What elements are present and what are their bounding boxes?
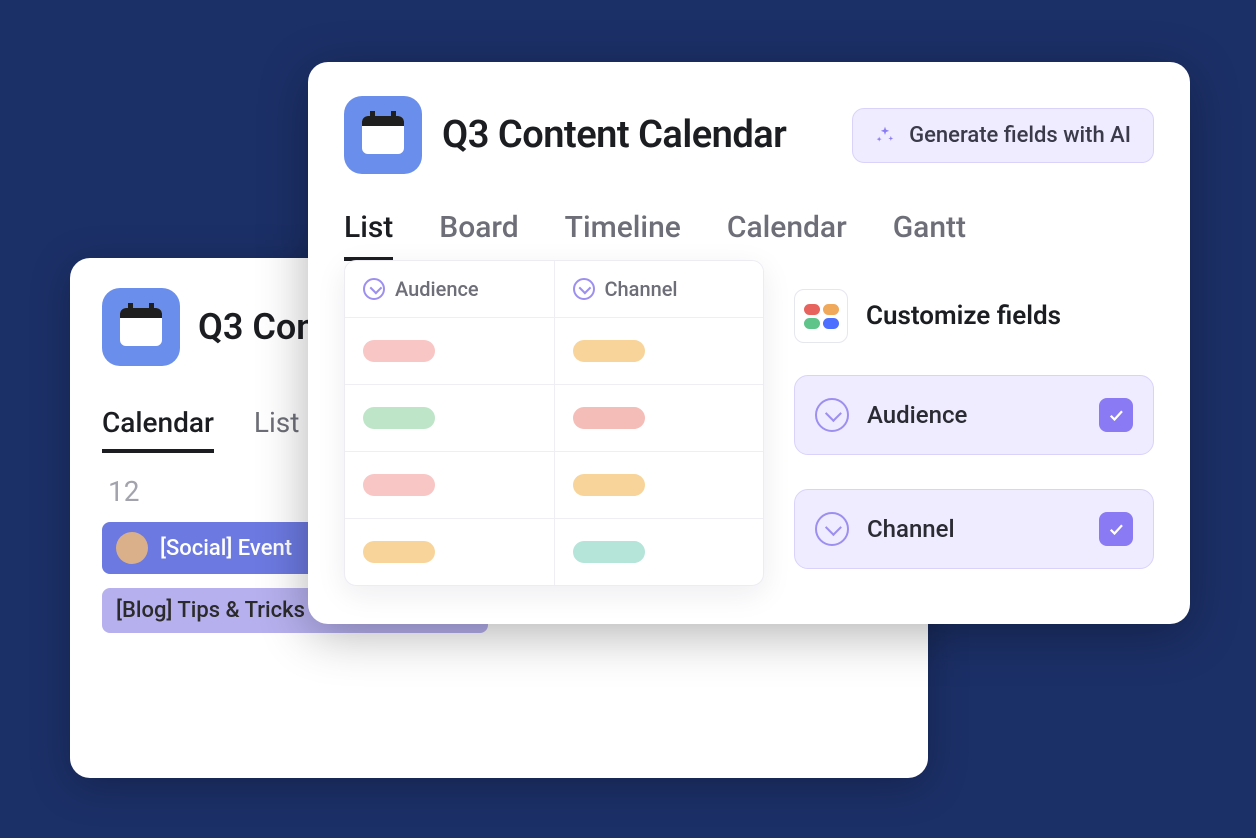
dropdown-icon xyxy=(573,278,595,300)
table-header-row: Audience Channel xyxy=(345,261,763,318)
tag-pill xyxy=(363,340,435,362)
customize-fields-title: Customize fields xyxy=(866,301,1061,331)
tab-timeline[interactable]: Timeline xyxy=(565,210,681,261)
tag-pill xyxy=(573,407,645,429)
tag-pill xyxy=(573,340,645,362)
tab-board[interactable]: Board xyxy=(439,210,518,261)
field-label: Channel xyxy=(867,515,955,543)
calendar-app-icon xyxy=(344,96,422,174)
field-toggle-audience[interactable]: Audience xyxy=(794,375,1154,455)
table-row[interactable] xyxy=(345,385,763,452)
column-header-audience[interactable]: Audience xyxy=(345,261,555,317)
table-row[interactable] xyxy=(345,519,763,585)
field-toggle-channel[interactable]: Channel xyxy=(794,489,1154,569)
tab-list[interactable]: List xyxy=(344,210,393,261)
calendar-icon xyxy=(120,308,162,346)
field-label: Audience xyxy=(867,401,967,429)
tag-pill xyxy=(363,407,435,429)
front-header: Q3 Content Calendar Generate fields with… xyxy=(344,96,1154,174)
tag-pill xyxy=(363,474,435,496)
table-cell xyxy=(345,452,555,518)
table-cell xyxy=(345,519,555,585)
sparkle-icon xyxy=(875,125,895,145)
list-table: Audience Channel xyxy=(344,260,764,586)
tab-gantt[interactable]: Gantt xyxy=(893,210,966,261)
table-cell xyxy=(555,318,764,384)
list-front-card: Q3 Content Calendar Generate fields with… xyxy=(308,62,1190,624)
front-body: Audience Channel xyxy=(344,261,1154,603)
tab-list[interactable]: List xyxy=(254,406,300,453)
checkbox-checked-icon[interactable] xyxy=(1099,512,1133,546)
tag-pill xyxy=(363,541,435,563)
column-header-channel[interactable]: Channel xyxy=(555,261,764,317)
event-label: [Social] Event xyxy=(160,536,292,561)
generate-ai-fields-button[interactable]: Generate fields with AI xyxy=(852,108,1154,163)
table-cell xyxy=(555,452,764,518)
tab-calendar[interactable]: Calendar xyxy=(102,406,214,453)
calendar-app-icon xyxy=(102,288,180,366)
dropdown-icon xyxy=(815,398,849,432)
dropdown-icon xyxy=(363,278,385,300)
custom-fields-icon xyxy=(794,289,848,343)
checkbox-checked-icon[interactable] xyxy=(1099,398,1133,432)
table-cell xyxy=(555,519,764,585)
event-label: [Blog] Tips & Tricks xyxy=(116,598,305,623)
avatar xyxy=(116,532,148,564)
table-cell xyxy=(345,318,555,384)
ai-button-label: Generate fields with AI xyxy=(909,123,1131,148)
customize-fields-panel: Customize fields Audience Channel xyxy=(794,261,1154,603)
customize-fields-header: Customize fields xyxy=(794,289,1154,343)
table-cell xyxy=(555,385,764,451)
tab-calendar[interactable]: Calendar xyxy=(727,210,847,261)
table-row[interactable] xyxy=(345,452,763,519)
dropdown-icon xyxy=(815,512,849,546)
tag-pill xyxy=(573,541,645,563)
column-label: Channel xyxy=(605,277,678,301)
page-title: Q3 Content Calendar xyxy=(442,113,786,157)
column-label: Audience xyxy=(395,277,479,301)
table-cell xyxy=(345,385,555,451)
table-row[interactable] xyxy=(345,318,763,385)
front-view-tabs: List Board Timeline Calendar Gantt xyxy=(344,210,1154,261)
tag-pill xyxy=(573,474,645,496)
calendar-icon xyxy=(362,116,404,154)
